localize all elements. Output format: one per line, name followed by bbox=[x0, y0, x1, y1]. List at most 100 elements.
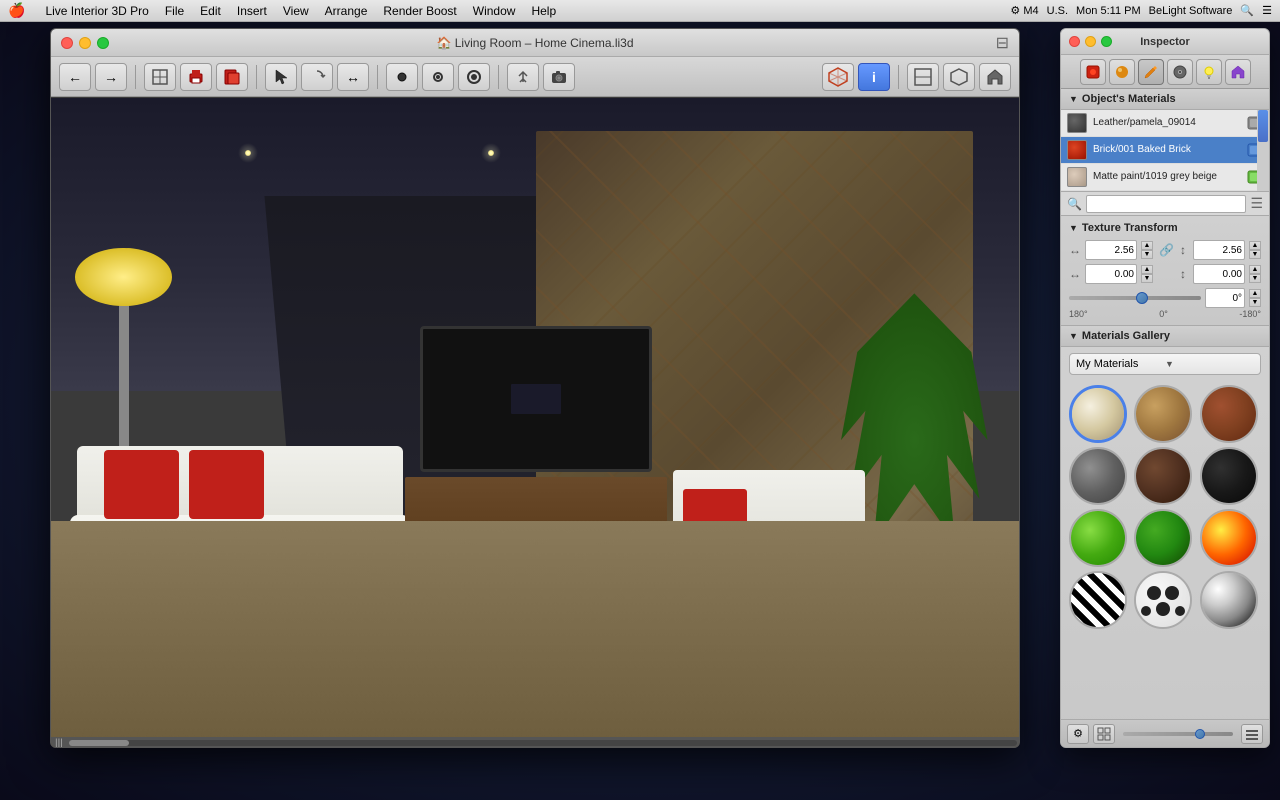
menu-window[interactable]: Window bbox=[473, 4, 516, 18]
inspector-settings-button[interactable]: ⚙ bbox=[1067, 724, 1089, 744]
tt-offsety-up[interactable]: ▲ bbox=[1249, 265, 1261, 274]
rotation-min-label: 180° bbox=[1069, 309, 1088, 319]
inspector-minimize[interactable] bbox=[1085, 36, 1096, 47]
print-button[interactable] bbox=[180, 63, 212, 91]
window-resize-icon[interactable]: ⊟ bbox=[996, 33, 1009, 53]
inspector-grid-button[interactable] bbox=[1093, 724, 1115, 744]
maximize-button[interactable] bbox=[97, 37, 109, 49]
tt-rotation-input[interactable] bbox=[1205, 288, 1245, 308]
scrollbar-track[interactable] bbox=[69, 740, 1017, 746]
material-item-brick[interactable]: Brick/001 Baked Brick bbox=[1061, 137, 1269, 164]
tab-home-icon[interactable] bbox=[1225, 59, 1251, 85]
tt-rotation-down[interactable]: ▼ bbox=[1249, 298, 1261, 307]
tt-offsetx-down[interactable]: ▼ bbox=[1141, 274, 1153, 283]
material-item-leather[interactable]: Leather/pamela_09014 bbox=[1061, 110, 1269, 137]
tv-screen-svg bbox=[506, 379, 566, 419]
viewport-scrollbar[interactable]: ||| bbox=[51, 737, 1020, 748]
bottom-slider-track bbox=[1123, 732, 1233, 736]
sphere-wood-dark bbox=[1136, 449, 1190, 503]
rotation-slider[interactable] bbox=[1069, 290, 1201, 306]
material-item-matte[interactable]: Matte paint/1019 grey beige bbox=[1061, 164, 1269, 191]
material-thumb-fire[interactable] bbox=[1200, 509, 1258, 567]
inspector-list-button[interactable] bbox=[1241, 724, 1263, 744]
tab-sphere-icon[interactable] bbox=[1109, 59, 1135, 85]
minimize-button[interactable] bbox=[79, 37, 91, 49]
tt-width-up[interactable]: ▲ bbox=[1141, 241, 1153, 250]
tab-disc-icon[interactable] bbox=[1167, 59, 1193, 85]
material-thumb-spots[interactable] bbox=[1134, 571, 1192, 629]
menu-app[interactable]: Live Interior 3D Pro bbox=[45, 4, 148, 18]
filter-menu-button[interactable]: ☰ bbox=[1250, 195, 1263, 212]
gallery-dropdown[interactable]: My Materials ▼ bbox=[1069, 353, 1261, 375]
filter-input[interactable] bbox=[1086, 195, 1246, 213]
menu-insert[interactable]: Insert bbox=[237, 4, 267, 18]
objects-materials-header: ▼ Object's Materials bbox=[1061, 89, 1269, 110]
tab-materials-icon[interactable] bbox=[1080, 59, 1106, 85]
inspector-maximize[interactable] bbox=[1101, 36, 1112, 47]
home-view-button[interactable] bbox=[979, 63, 1011, 91]
scrollbar-thumb[interactable] bbox=[69, 740, 129, 746]
info-button[interactable]: i bbox=[858, 63, 890, 91]
3d-view-button[interactable] bbox=[822, 63, 854, 91]
material-thumb-cream[interactable] bbox=[1069, 385, 1127, 443]
point-light-tool[interactable] bbox=[386, 63, 418, 91]
bottom-slider-thumb[interactable] bbox=[1195, 729, 1205, 739]
tab-light-icon[interactable] bbox=[1196, 59, 1222, 85]
material-thumb-zebra[interactable] bbox=[1069, 571, 1127, 629]
material-thumb-stone[interactable] bbox=[1069, 447, 1127, 505]
close-button[interactable] bbox=[61, 37, 73, 49]
nav-forward-button[interactable]: → bbox=[95, 63, 127, 91]
camera-tool[interactable] bbox=[543, 63, 575, 91]
menu-icon[interactable]: ☰ bbox=[1262, 4, 1272, 17]
3d-viewport[interactable]: ||| bbox=[51, 98, 1020, 748]
tt-offsety-down[interactable]: ▼ bbox=[1249, 274, 1261, 283]
menu-view[interactable]: View bbox=[283, 4, 309, 18]
area-light-tool[interactable] bbox=[458, 63, 490, 91]
tt-width-input[interactable] bbox=[1085, 240, 1137, 260]
tt-rotation-up[interactable]: ▲ bbox=[1249, 289, 1261, 298]
bottom-slider[interactable] bbox=[1123, 727, 1233, 741]
2d-view-button[interactable] bbox=[907, 63, 939, 91]
tt-height-down[interactable]: ▼ bbox=[1249, 250, 1261, 259]
menu-arrange[interactable]: Arrange bbox=[325, 4, 368, 18]
materials-scrollbar[interactable] bbox=[1257, 110, 1269, 191]
materials-scrollbar-thumb[interactable] bbox=[1258, 110, 1268, 142]
tt-height-input[interactable] bbox=[1193, 240, 1245, 260]
tt-link-icon[interactable]: 🔗 bbox=[1159, 243, 1174, 257]
material-thumb-wood-light[interactable] bbox=[1134, 385, 1192, 443]
material-thumb-chrome[interactable] bbox=[1200, 571, 1258, 629]
nav-back-button[interactable]: ← bbox=[59, 63, 91, 91]
tt-width-down[interactable]: ▼ bbox=[1141, 250, 1153, 259]
tt-offsetx-input[interactable] bbox=[1085, 264, 1137, 284]
floorplan-button[interactable] bbox=[144, 63, 176, 91]
tab-edit-icon[interactable] bbox=[1138, 59, 1164, 85]
search-icon[interactable]: 🔍 bbox=[1240, 4, 1254, 17]
material-thumb-green-dark[interactable] bbox=[1134, 509, 1192, 567]
copy-button[interactable] bbox=[216, 63, 248, 91]
tt-offsety-input[interactable] bbox=[1193, 264, 1245, 284]
apple-menu[interactable]: 🍎 bbox=[8, 2, 25, 19]
spot-light-tool[interactable] bbox=[422, 63, 454, 91]
materials-list[interactable]: Leather/pamela_09014 Brick/001 Baked Bri… bbox=[1061, 110, 1269, 192]
sphere-stone bbox=[1071, 449, 1125, 503]
filter-icon: 🔍 bbox=[1067, 197, 1082, 211]
menu-help[interactable]: Help bbox=[531, 4, 556, 18]
material-thumb-green-bright[interactable] bbox=[1069, 509, 1127, 567]
sphere-green-dark bbox=[1136, 511, 1190, 565]
select-tool[interactable] bbox=[265, 63, 297, 91]
menu-render[interactable]: Render Boost bbox=[383, 4, 456, 18]
material-thumb-dark[interactable] bbox=[1200, 447, 1258, 505]
menu-file[interactable]: File bbox=[165, 4, 184, 18]
rotate-tool[interactable] bbox=[301, 63, 333, 91]
perspective-button[interactable] bbox=[943, 63, 975, 91]
material-thumb-wood-dark[interactable] bbox=[1134, 447, 1192, 505]
rotation-thumb[interactable] bbox=[1136, 292, 1148, 304]
material-thumb-brick[interactable] bbox=[1200, 385, 1258, 443]
tt-height-up[interactable]: ▲ bbox=[1249, 241, 1261, 250]
walk-tool[interactable] bbox=[507, 63, 539, 91]
status-m4: ⚙ M4 bbox=[1010, 4, 1038, 17]
tt-offsetx-up[interactable]: ▲ bbox=[1141, 265, 1153, 274]
move-tool[interactable]: ↔ bbox=[337, 63, 369, 91]
menu-edit[interactable]: Edit bbox=[200, 4, 221, 18]
inspector-close[interactable] bbox=[1069, 36, 1080, 47]
